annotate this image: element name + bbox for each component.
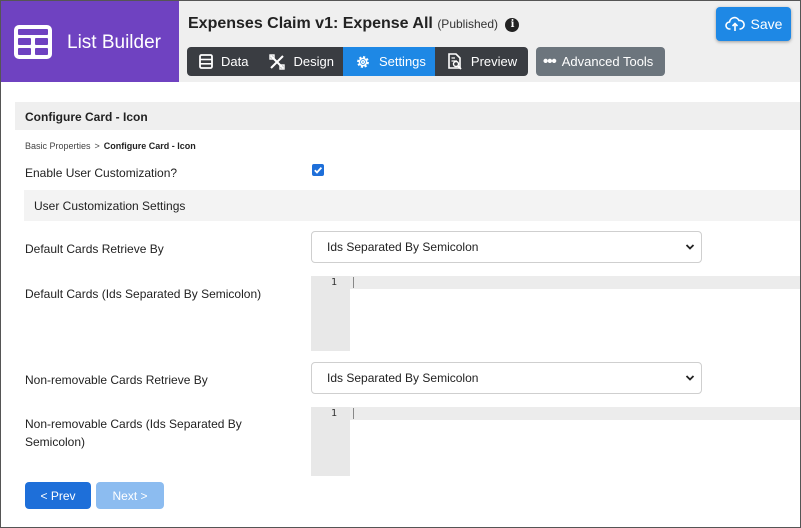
tab-preview[interactable]: Preview [435,47,526,76]
text-cursor [353,408,354,419]
advanced-tools-button[interactable]: ••• Advanced Tools [536,47,665,76]
nonremovable-cards-label-line1: Non-removable Cards (Ids Separated By [25,417,242,431]
list-builder-logo-icon [14,25,52,59]
section-title: Configure Card - Icon [15,102,800,130]
tab-data[interactable]: Data [187,47,257,76]
breadcrumb-parent[interactable]: Basic Properties [25,141,91,151]
default-cards-label: Default Cards (Ids Separated By Semicolo… [25,287,262,301]
tab-preview-label: Preview [470,54,518,69]
brand-title: List Builder [67,32,161,53]
nonremovable-retrieve-by-select[interactable]: Ids Separated By Semicolon [311,362,702,394]
cloud-upload-icon [724,16,745,31]
brand-panel: List Builder [1,1,179,82]
checkmark-icon [314,166,323,174]
default-cards-editor[interactable]: 1 [311,276,800,351]
main-tabs: Data Design Settings Preview [187,47,528,76]
nonremovable-cards-label: Non-removable Cards (Ids Separated By Se… [25,415,242,451]
info-icon[interactable]: i [505,18,520,32]
editor-active-line[interactable] [350,407,800,420]
default-retrieve-by-label: Default Cards Retrieve By [25,242,164,256]
save-button[interactable]: Save [716,7,791,41]
nonremovable-cards-editor[interactable]: 1 [311,407,800,476]
line-number: 1 [330,277,337,288]
design-icon [269,53,286,70]
advanced-tools-label: Advanced Tools [561,54,654,69]
breadcrumb-separator: > [94,141,100,151]
nonremovable-retrieve-by-value: Ids Separated By Semicolon [327,371,479,385]
breadcrumb: Basic Properties > Configure Card - Icon [25,141,196,151]
tab-design-label: Design [293,54,334,69]
line-number: 1 [330,408,337,419]
enable-customization-label: Enable User Customization? [25,166,178,180]
more-dots-icon: ••• [543,53,557,70]
tab-design[interactable]: Design [257,47,342,76]
app-frame: List Builder Expenses Claim v1: Expense … [0,0,801,528]
list-title: Expenses Claim v1: Expense All [188,15,433,32]
breadcrumb-current: Configure Card - Icon [103,141,196,151]
preview-icon [448,53,462,70]
text-cursor [353,277,354,288]
tab-data-label: Data [221,54,249,69]
customization-settings-header: User Customization Settings [24,190,800,221]
editor-active-line[interactable] [350,276,800,289]
next-button[interactable]: Next > [96,482,164,509]
gear-icon [357,55,369,68]
enable-customization-checkbox[interactable] [312,164,324,176]
prev-button[interactable]: < Prev [25,482,91,509]
save-label: Save [750,16,783,32]
chevron-down-icon [685,244,695,250]
publish-status: (Published) [437,17,499,31]
nonremovable-cards-label-line2: Semicolon) [25,435,86,449]
default-retrieve-by-value: Ids Separated By Semicolon [327,240,479,254]
app-title: Expenses Claim v1: Expense All (Publishe… [188,15,520,33]
default-retrieve-by-select[interactable]: Ids Separated By Semicolon [311,231,702,263]
tab-settings-label: Settings [378,54,426,69]
tab-settings[interactable]: Settings [342,47,435,76]
top-header: List Builder Expenses Claim v1: Expense … [1,1,800,82]
data-icon [199,54,213,69]
chevron-down-icon [685,375,695,381]
nonremovable-retrieve-by-label: Non-removable Cards Retrieve By [25,373,208,387]
